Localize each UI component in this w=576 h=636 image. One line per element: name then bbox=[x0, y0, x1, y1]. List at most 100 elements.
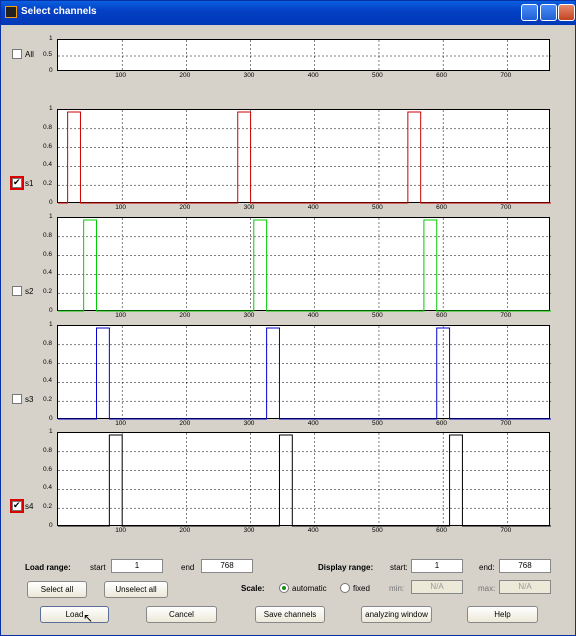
x-tick-label: 500 bbox=[371, 527, 383, 534]
y-tick-label: 0.8 bbox=[43, 123, 53, 131]
y-tick-label: 0 bbox=[49, 415, 53, 422]
y-tick-label: 1 bbox=[49, 213, 53, 220]
x-tick-label: 200 bbox=[179, 204, 191, 211]
scale-max-label: max: bbox=[478, 584, 496, 593]
plot-s4 bbox=[57, 432, 551, 527]
cancel-button[interactable]: Cancel bbox=[146, 606, 217, 623]
y-tick-label: 0 bbox=[49, 67, 53, 74]
y-tick-label: 0.4 bbox=[43, 484, 53, 492]
plot-s1 bbox=[57, 109, 551, 204]
channel-checkbox-s3[interactable] bbox=[12, 394, 22, 404]
channel-label-s2: s2 bbox=[25, 287, 34, 296]
display-end-label: end: bbox=[479, 563, 495, 572]
x-tick-label: 200 bbox=[179, 527, 191, 534]
scale-max-field: N/A bbox=[499, 580, 551, 594]
select-channels-window: Select channels 1 0.5 0 100 200 300 400 500 600 7… bbox=[0, 0, 576, 636]
y-tick-label: 0.4 bbox=[43, 161, 53, 169]
signal-trace-s4 bbox=[58, 434, 551, 527]
y-tick-label: 0.5 bbox=[43, 51, 53, 58]
x-tick-label: 400 bbox=[307, 72, 319, 79]
scale-automatic-label: automatic bbox=[292, 584, 327, 593]
scale-min-label: min: bbox=[389, 584, 405, 593]
x-tick-label: 500 bbox=[371, 204, 383, 211]
plot-svg-s4 bbox=[58, 433, 551, 527]
x-tick-label: 100 bbox=[115, 204, 127, 211]
x-tick-label: 700 bbox=[500, 204, 512, 211]
plot-All bbox=[57, 39, 551, 72]
help-button[interactable]: Help bbox=[467, 606, 538, 623]
channel-label-s3: s3 bbox=[25, 395, 34, 404]
y-tick-label: 1 bbox=[49, 428, 53, 435]
x-tick-label: 100 bbox=[115, 527, 127, 534]
title-bar[interactable]: Select channels bbox=[1, 1, 575, 25]
x-tick-label: 500 bbox=[371, 312, 383, 319]
x-tick-label: 100 bbox=[115, 312, 127, 319]
y-tick-label: 0.8 bbox=[43, 446, 53, 454]
x-tick-label: 600 bbox=[436, 312, 448, 319]
scale-fixed-radio[interactable] bbox=[340, 583, 350, 593]
signal-trace-s2 bbox=[58, 219, 551, 312]
y-tick-label: 0.4 bbox=[43, 377, 53, 385]
load-start-field[interactable]: 1 bbox=[111, 559, 163, 573]
scale-min-field: N/A bbox=[411, 580, 463, 594]
display-start-field[interactable]: 1 bbox=[411, 559, 463, 573]
channel-checkbox-All[interactable] bbox=[12, 49, 22, 59]
y-tick-label: 0.8 bbox=[43, 231, 53, 239]
plot-s3 bbox=[57, 325, 551, 420]
y-tick-label: 1 bbox=[49, 105, 53, 112]
load-range-label: Load range: bbox=[25, 563, 71, 572]
minimize-icon[interactable] bbox=[521, 4, 538, 21]
y-tick-label: 0.2 bbox=[43, 180, 53, 188]
x-tick-label: 600 bbox=[436, 204, 448, 211]
x-tick-label: 200 bbox=[179, 312, 191, 319]
x-tick-label: 400 bbox=[307, 420, 319, 427]
mouse-cursor-icon: ↖ bbox=[83, 611, 94, 625]
display-end-field[interactable]: 768 bbox=[499, 559, 551, 573]
y-tick-label: 0 bbox=[49, 199, 53, 206]
plot-svg-s3 bbox=[58, 326, 551, 420]
channel-checkbox-s4[interactable] bbox=[12, 500, 22, 511]
signal-trace-s3 bbox=[58, 327, 551, 420]
x-tick-label: 300 bbox=[243, 72, 255, 79]
y-tick-label: 0 bbox=[49, 522, 53, 529]
x-tick-label: 700 bbox=[500, 72, 512, 79]
x-tick-label: 600 bbox=[436, 527, 448, 534]
unselect-all-button[interactable]: Unselect all bbox=[104, 581, 168, 598]
matlab-icon bbox=[5, 6, 17, 18]
scale-label: Scale: bbox=[241, 584, 265, 593]
y-tick-label: 0.6 bbox=[43, 142, 53, 150]
channel-checkbox-s1[interactable] bbox=[12, 177, 22, 188]
load-button[interactable]: Load bbox=[40, 606, 109, 623]
x-tick-label: 300 bbox=[243, 527, 255, 534]
channel-label-s4: s4 bbox=[25, 502, 34, 511]
save-channels-button[interactable]: Save channels bbox=[255, 606, 325, 623]
y-tick-label: 0.8 bbox=[43, 339, 53, 347]
maximize-icon[interactable] bbox=[540, 4, 557, 21]
plot-svg-s2 bbox=[58, 218, 551, 312]
y-tick-label: 0.6 bbox=[43, 465, 53, 473]
y-tick-label: 0.2 bbox=[43, 396, 53, 404]
y-tick-label: 0.2 bbox=[43, 288, 53, 296]
load-end-label: end bbox=[181, 563, 195, 572]
analyzing-window-button[interactable]: analyzing window bbox=[361, 606, 432, 623]
x-tick-label: 700 bbox=[500, 527, 512, 534]
x-tick-label: 300 bbox=[243, 312, 255, 319]
x-tick-label: 400 bbox=[307, 204, 319, 211]
display-range-label: Display range: bbox=[318, 563, 374, 572]
close-icon[interactable] bbox=[558, 4, 575, 21]
plot-svg-All bbox=[58, 40, 551, 72]
load-end-field[interactable]: 768 bbox=[201, 559, 253, 573]
scale-automatic-radio[interactable] bbox=[279, 583, 289, 593]
load-start-label: start bbox=[90, 563, 106, 572]
y-tick-label: 1 bbox=[49, 35, 53, 42]
scale-fixed-label: fixed bbox=[353, 584, 370, 593]
content-area: 1 0.5 0 100 200 300 400 500 600 700 All 1 0.8 0.6 0.4 0… bbox=[5, 27, 571, 633]
x-tick-label: 700 bbox=[500, 312, 512, 319]
channel-checkbox-s2[interactable] bbox=[12, 286, 22, 296]
x-tick-label: 300 bbox=[243, 420, 255, 427]
select-all-button[interactable]: Select all bbox=[27, 581, 87, 598]
y-tick-label: 0 bbox=[49, 307, 53, 314]
y-tick-label: 1 bbox=[49, 321, 53, 328]
channel-label-All: All bbox=[25, 50, 34, 59]
y-tick-label: 0.4 bbox=[43, 269, 53, 277]
